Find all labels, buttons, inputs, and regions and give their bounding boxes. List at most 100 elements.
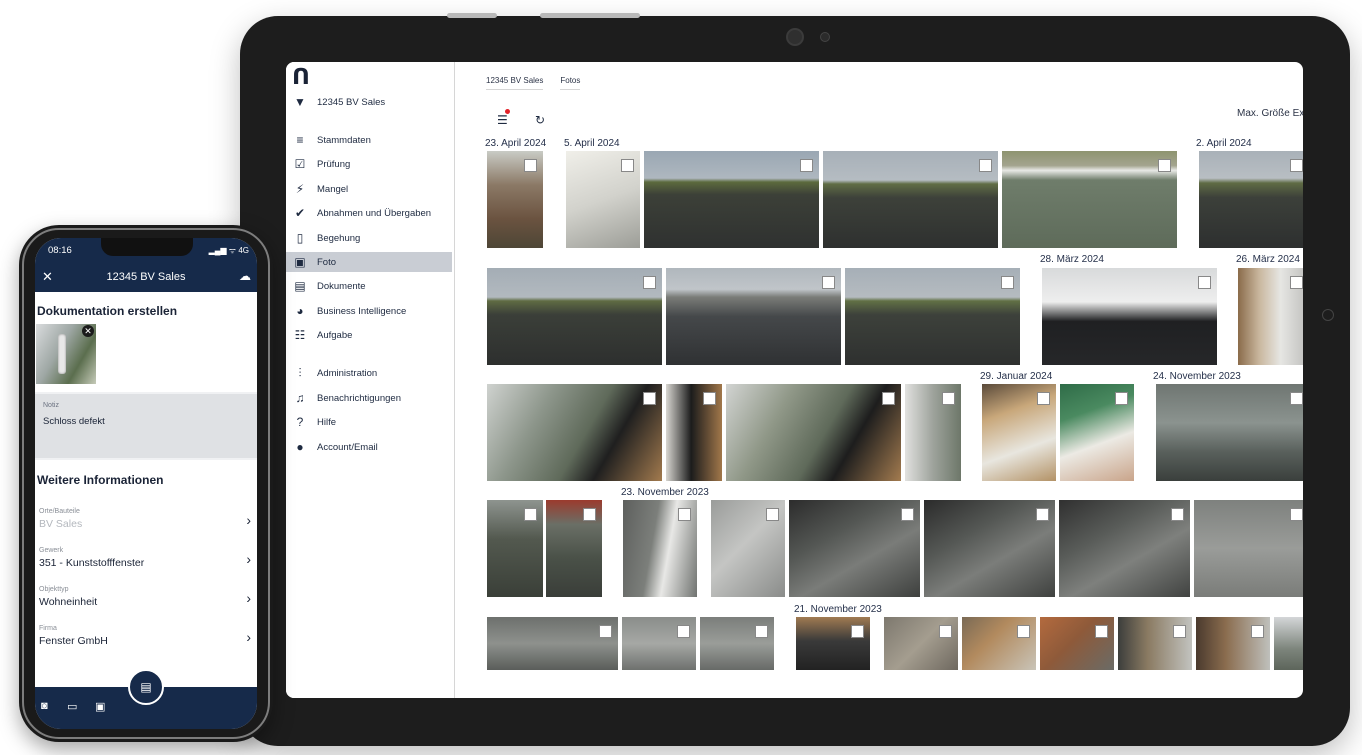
sidebar-item-administration[interactable]: ⫶ Administration: [286, 363, 452, 383]
photo-tile[interactable]: [1194, 500, 1303, 597]
sidebar-item-benachrichtigungen[interactable]: ♫ Benachrichtigungen: [286, 388, 452, 408]
photo-checkbox[interactable]: [643, 276, 656, 289]
photo-tile[interactable]: [487, 268, 662, 365]
photo-tile[interactable]: [700, 617, 774, 670]
photo-checkbox[interactable]: [800, 159, 813, 172]
row-objekttyp[interactable]: Objekttyp Wohneinheit ›: [35, 586, 257, 624]
photo-checkbox[interactable]: [1036, 508, 1049, 521]
photo-tile[interactable]: [924, 500, 1055, 597]
photo-checkbox[interactable]: [1037, 392, 1050, 405]
photo-checkbox[interactable]: [1198, 276, 1211, 289]
photo-checkbox[interactable]: [766, 508, 779, 521]
photo-checkbox[interactable]: [939, 625, 952, 638]
cloud-check-icon[interactable]: ☁: [239, 269, 251, 283]
photo-checkbox[interactable]: [621, 159, 634, 172]
photo-tile[interactable]: [623, 500, 697, 597]
remove-photo-icon[interactable]: ✕: [82, 325, 94, 337]
photo-tile[interactable]: [1002, 151, 1177, 248]
photo-tile[interactable]: [1156, 384, 1303, 481]
max-size-export-label[interactable]: Max. Größe Exp: [1237, 108, 1303, 119]
photo-tile[interactable]: [982, 384, 1056, 481]
photo-tile[interactable]: [644, 151, 819, 248]
photo-tile[interactable]: [622, 617, 696, 670]
photo-tile[interactable]: [962, 617, 1036, 670]
photo-tile[interactable]: [1238, 268, 1303, 365]
photo-tile[interactable]: [711, 500, 785, 597]
photo-checkbox[interactable]: [1171, 508, 1184, 521]
photo-tile[interactable]: [823, 151, 998, 248]
breadcrumb-project[interactable]: 12345 BV Sales: [486, 76, 544, 90]
row-orte-bauteile[interactable]: Orte/Bauteile BV Sales ›: [35, 508, 257, 546]
breadcrumb-fotos[interactable]: Fotos: [560, 76, 581, 90]
photo-checkbox[interactable]: [1290, 508, 1303, 521]
folder-icon[interactable]: ▭: [67, 700, 77, 713]
sidebar-item-foto[interactable]: ▣ Foto: [286, 252, 452, 272]
row-firma[interactable]: Firma Fenster GmbH ›: [35, 625, 257, 663]
sidebar-item-begehung[interactable]: ▯ Begehung: [286, 228, 452, 248]
sidebar-item-business-intelligence[interactable]: ◕ Business Intelligence: [286, 301, 452, 321]
photo-tile[interactable]: [789, 500, 920, 597]
refresh-icon[interactable]: ↻: [535, 113, 545, 127]
photo-checkbox[interactable]: [703, 392, 716, 405]
photo-tile[interactable]: [726, 384, 901, 481]
photo-tile[interactable]: [1118, 617, 1192, 670]
attached-photo[interactable]: ✕: [36, 324, 96, 384]
sidebar-item-abnahmen[interactable]: ✔ Abnahmen und Übergaben: [286, 203, 452, 223]
photo-tile[interactable]: [845, 268, 1020, 365]
photo-tile[interactable]: [566, 151, 640, 248]
sidebar-item-pruefung[interactable]: ☑ Prüfung: [286, 154, 452, 174]
gallery-icon[interactable]: ▣: [95, 700, 105, 713]
sidebar-item-dokumente[interactable]: ▤ Dokumente: [286, 276, 452, 296]
photo-checkbox[interactable]: [1158, 159, 1171, 172]
photo-checkbox[interactable]: [1173, 625, 1186, 638]
photo-checkbox[interactable]: [901, 508, 914, 521]
photo-tile[interactable]: [487, 384, 662, 481]
photo-tile[interactable]: [1042, 268, 1217, 365]
photo-checkbox[interactable]: [851, 625, 864, 638]
photo-tile[interactable]: [1274, 617, 1303, 670]
photo-tile[interactable]: [546, 500, 602, 597]
photo-tile[interactable]: [1040, 617, 1114, 670]
photo-tile[interactable]: [1199, 151, 1303, 248]
sidebar-item-account[interactable]: ● Account/Email: [286, 437, 452, 457]
photo-checkbox[interactable]: [942, 392, 955, 405]
project-selector[interactable]: ▼ 12345 BV Sales: [286, 92, 452, 112]
photo-checkbox[interactable]: [678, 508, 691, 521]
photo-checkbox[interactable]: [599, 625, 612, 638]
save-button[interactable]: ▤: [128, 669, 164, 705]
photo-checkbox[interactable]: [1290, 392, 1303, 405]
photo-checkbox[interactable]: [1017, 625, 1030, 638]
photo-checkbox[interactable]: [1290, 159, 1303, 172]
filter-icon[interactable]: ☰: [497, 113, 508, 127]
photo-checkbox[interactable]: [1251, 625, 1264, 638]
photo-tile[interactable]: [666, 384, 722, 481]
photo-checkbox[interactable]: [1001, 276, 1014, 289]
photo-checkbox[interactable]: [583, 508, 596, 521]
row-gewerk[interactable]: Gewerk 351 - Kunststofffenster ›: [35, 547, 257, 585]
photo-checkbox[interactable]: [1115, 392, 1128, 405]
photo-checkbox[interactable]: [822, 276, 835, 289]
photo-checkbox[interactable]: [755, 625, 768, 638]
photo-checkbox[interactable]: [1095, 625, 1108, 638]
app-logo[interactable]: ᑎ: [292, 64, 310, 90]
note-field[interactable]: Notiz Schloss defekt: [35, 394, 257, 458]
photo-tile[interactable]: [1060, 384, 1134, 481]
photo-tile[interactable]: [884, 617, 958, 670]
sidebar-item-hilfe[interactable]: ? Hilfe: [286, 412, 452, 432]
photo-tile[interactable]: [487, 617, 618, 670]
photo-checkbox[interactable]: [524, 159, 537, 172]
photo-checkbox[interactable]: [643, 392, 656, 405]
photo-checkbox[interactable]: [1290, 276, 1303, 289]
photo-checkbox[interactable]: [979, 159, 992, 172]
photo-tile[interactable]: [796, 617, 870, 670]
photo-tile[interactable]: [1059, 500, 1190, 597]
sidebar-item-aufgabe[interactable]: ☷ Aufgabe: [286, 325, 452, 345]
sidebar-item-stammdaten[interactable]: ≡ Stammdaten: [286, 130, 452, 150]
photo-tile[interactable]: [1196, 617, 1270, 670]
photo-tile[interactable]: [666, 268, 841, 365]
sidebar-item-mangel[interactable]: ⚡ Mangel: [286, 179, 452, 199]
photo-checkbox[interactable]: [677, 625, 690, 638]
camera-icon[interactable]: ◙: [41, 700, 48, 712]
photo-checkbox[interactable]: [524, 508, 537, 521]
photo-checkbox[interactable]: [882, 392, 895, 405]
